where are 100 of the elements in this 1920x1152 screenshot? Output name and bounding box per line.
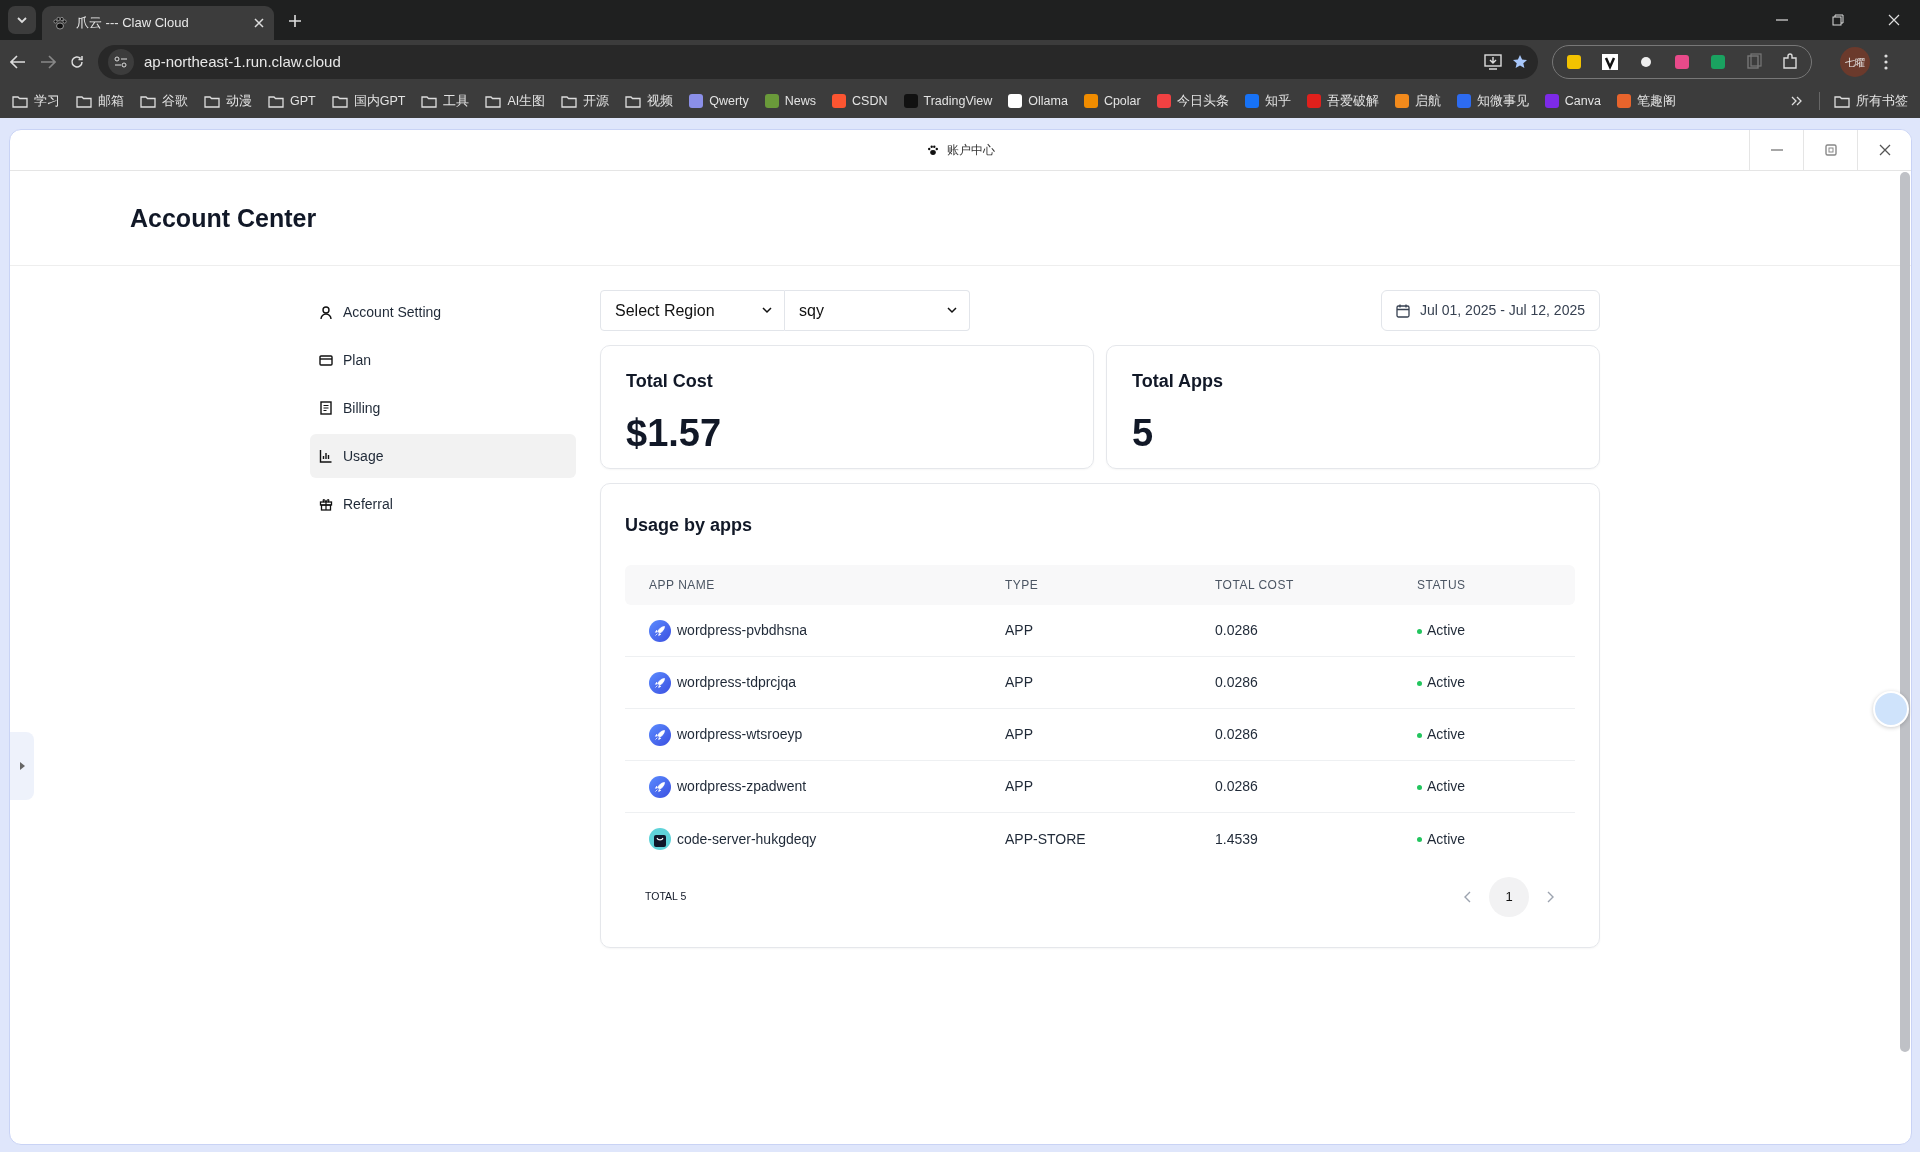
install-icon[interactable]: [1484, 54, 1502, 70]
bookmark-link[interactable]: 开源: [583, 91, 610, 111]
calendar-icon: [1396, 303, 1410, 318]
more-icon[interactable]: [1884, 54, 1888, 70]
app-type: APP: [1004, 621, 1034, 640]
site-settings-icon[interactable]: [114, 56, 128, 68]
bookmark-link[interactable]: 邮箱: [98, 91, 124, 111]
folder-icon: [268, 93, 284, 109]
stat-label: Total Apps: [1132, 370, 1224, 393]
app-cost: 0.0286: [1214, 777, 1259, 796]
app-type: APP: [1004, 725, 1034, 744]
close-icon[interactable]: [1888, 14, 1900, 26]
plus-icon[interactable]: [288, 14, 302, 28]
gift-icon: [319, 497, 333, 511]
bookmark-link[interactable]: 笔趣阁: [1636, 91, 1676, 111]
stat-value: $1.57: [626, 411, 723, 456]
caret-right-icon: [19, 762, 25, 770]
bookmark-link[interactable]: 工具: [443, 91, 470, 111]
status-text: Active: [1427, 830, 1466, 847]
tab-list-button[interactable]: [8, 6, 36, 34]
date-range-picker[interactable]: Jul 01, 2025 - Jul 12, 2025: [1381, 290, 1600, 331]
namespace-select[interactable]: sqy: [785, 290, 970, 331]
bookmark-link[interactable]: Ollama: [1028, 91, 1068, 111]
rocket-icon: [649, 775, 671, 798]
app-name: code-server-hukgdeqy: [677, 829, 817, 849]
stat-value: 5: [1132, 411, 1155, 456]
folder-icon: [204, 93, 220, 109]
bookmark-link[interactable]: 启航: [1414, 91, 1441, 111]
status-dot: [1417, 680, 1422, 686]
status-dot: [1417, 784, 1422, 790]
sidebar-item[interactable]: Billing: [310, 386, 576, 430]
app-type: APP-STORE: [1004, 829, 1087, 849]
column-header: TYPE: [1004, 577, 1040, 594]
bookmark-link[interactable]: 国内GPT: [353, 91, 406, 111]
column-header: TOTAL COST: [1214, 577, 1295, 594]
app-name: wordpress-zpadwent: [677, 777, 807, 796]
sidebar-item[interactable]: Usage: [310, 434, 576, 478]
chevron-down-icon: [947, 307, 957, 314]
folder-icon: [561, 93, 578, 109]
chevron-down-icon: [16, 16, 28, 24]
chevron-down-icon: [762, 307, 772, 314]
sidebar-item[interactable]: Plan: [310, 338, 576, 382]
bookmark-link[interactable]: 谷歌: [162, 91, 188, 111]
close-icon[interactable]: [254, 18, 264, 28]
bookmark-link[interactable]: GPT: [290, 91, 316, 111]
restore-icon: [1823, 143, 1838, 157]
v-logo-icon[interactable]: [1601, 53, 1619, 71]
forward-icon: [40, 55, 56, 69]
back-icon[interactable]: [10, 55, 26, 69]
bookmark-link[interactable]: 学习: [34, 91, 60, 111]
sidebar-item[interactable]: Referral: [310, 482, 576, 526]
bookmark-link[interactable]: Qwerty: [709, 91, 749, 111]
paw-icon: [926, 144, 939, 156]
status-dot: [1417, 732, 1422, 738]
column-header: APP NAME: [648, 577, 716, 594]
puzzle-icon[interactable]: [1781, 53, 1799, 71]
bookmark-link[interactable]: CSDN: [852, 91, 888, 111]
app-cost: 0.0286: [1214, 621, 1259, 640]
chevrons-right-icon[interactable]: [1791, 96, 1803, 106]
bookmark-link[interactable]: 吾爱破解: [1326, 91, 1379, 111]
card-title: Usage by apps: [625, 514, 754, 537]
bookmark-link[interactable]: 知微事见: [1476, 91, 1529, 111]
status-text: Active: [1427, 674, 1466, 690]
shopping-bag-icon: [649, 828, 671, 850]
address-bar[interactable]: ap-northeast-1.run.claw.cloud: [98, 45, 1538, 79]
app-type: APP: [1004, 673, 1034, 692]
sidebar-toggle[interactable]: [10, 732, 34, 800]
star-icon[interactable]: [1512, 54, 1528, 70]
folder-icon: [331, 93, 348, 109]
bookmark-link[interactable]: AI生图: [507, 91, 546, 111]
reload-icon[interactable]: [70, 55, 84, 69]
restore-icon[interactable]: [1832, 14, 1844, 26]
bookmark-link[interactable]: 今日头条: [1176, 91, 1229, 111]
scrollbar[interactable]: [1900, 172, 1910, 1052]
bookmark-link[interactable]: 知乎: [1264, 91, 1291, 111]
document-icon: [319, 401, 333, 415]
page-button[interactable]: 1: [1489, 877, 1529, 917]
status-dot: [1417, 837, 1422, 843]
bookmark-link[interactable]: Cpolar: [1103, 91, 1141, 111]
app-name: wordpress-pvbdhsna: [677, 621, 807, 640]
bookmark-link[interactable]: News: [784, 91, 817, 111]
bookmark-link[interactable]: 视频: [647, 91, 674, 111]
folder-icon: [1834, 93, 1850, 109]
app-cost: 0.0286: [1214, 725, 1259, 744]
bar-chart-icon: [319, 449, 333, 463]
status-dot: [1417, 628, 1422, 634]
status-text: Active: [1427, 726, 1466, 742]
region-select[interactable]: Select Region: [600, 290, 785, 331]
bookmark-link[interactable]: 动漫: [226, 91, 252, 111]
folder-icon: [140, 93, 156, 109]
bookmark-link[interactable]: Canva: [1564, 91, 1601, 111]
rocket-icon: [649, 723, 671, 746]
paw-icon: [52, 15, 68, 31]
rocket-icon: [649, 671, 671, 694]
bookmark-link[interactable]: 所有书签: [1856, 91, 1908, 111]
profile-button[interactable]: 七曜: [1840, 47, 1870, 77]
bookmark-link[interactable]: TradingView: [923, 91, 993, 111]
sidebar-item[interactable]: Account Setting: [310, 290, 576, 334]
app-cost: 0.0286: [1214, 673, 1259, 692]
app-type: APP: [1004, 777, 1034, 796]
